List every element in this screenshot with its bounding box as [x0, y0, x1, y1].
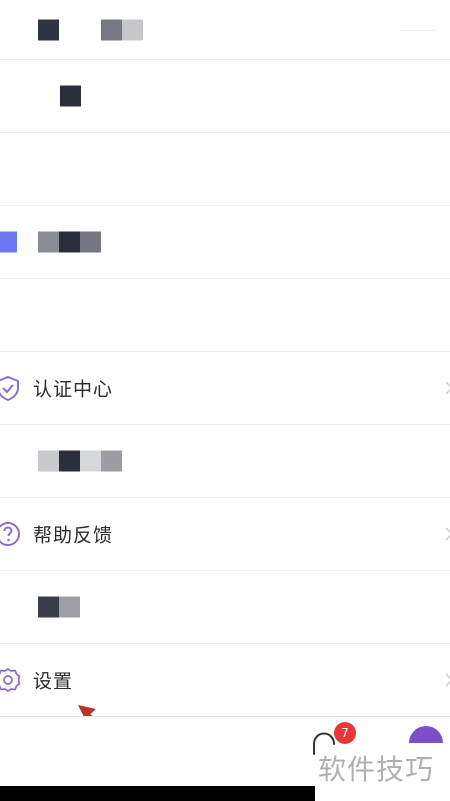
blue-app-icon	[0, 231, 17, 253]
menu-item-settings[interactable]: 设置	[0, 644, 450, 717]
pixelated-label	[38, 596, 80, 618]
list-item[interactable]	[0, 133, 450, 206]
bottom-edge-bar	[0, 786, 315, 801]
pixelated-label	[38, 231, 101, 253]
pixelated-label	[38, 450, 122, 472]
chevron-right-icon	[445, 381, 450, 395]
menu-list: 认证中心 帮助反馈 设置	[0, 0, 450, 717]
list-item[interactable]	[0, 60, 450, 133]
list-item[interactable]	[0, 425, 450, 498]
menu-item-label: 设置	[33, 670, 74, 693]
messages-badge: 7	[334, 722, 356, 744]
divider-fragment	[400, 30, 436, 31]
chevron-right-icon	[445, 673, 450, 687]
menu-item-help-feedback[interactable]: 帮助反馈	[0, 498, 450, 571]
menu-item-label: 帮助反馈	[33, 524, 114, 547]
list-item[interactable]	[0, 279, 450, 352]
list-item[interactable]	[0, 571, 450, 644]
menu-item-certification-center[interactable]: 认证中心	[0, 352, 450, 425]
watermark-text: 软件技巧	[318, 753, 435, 786]
pixelated-label	[38, 19, 143, 40]
menu-item-label: 认证中心	[33, 378, 114, 401]
gear-icon	[0, 668, 21, 692]
list-item[interactable]	[0, 206, 450, 279]
pixelated-label	[60, 85, 81, 107]
shield-check-icon	[0, 375, 19, 402]
chevron-right-icon	[445, 527, 450, 541]
list-item[interactable]	[0, 0, 450, 60]
question-circle-icon	[0, 522, 20, 546]
